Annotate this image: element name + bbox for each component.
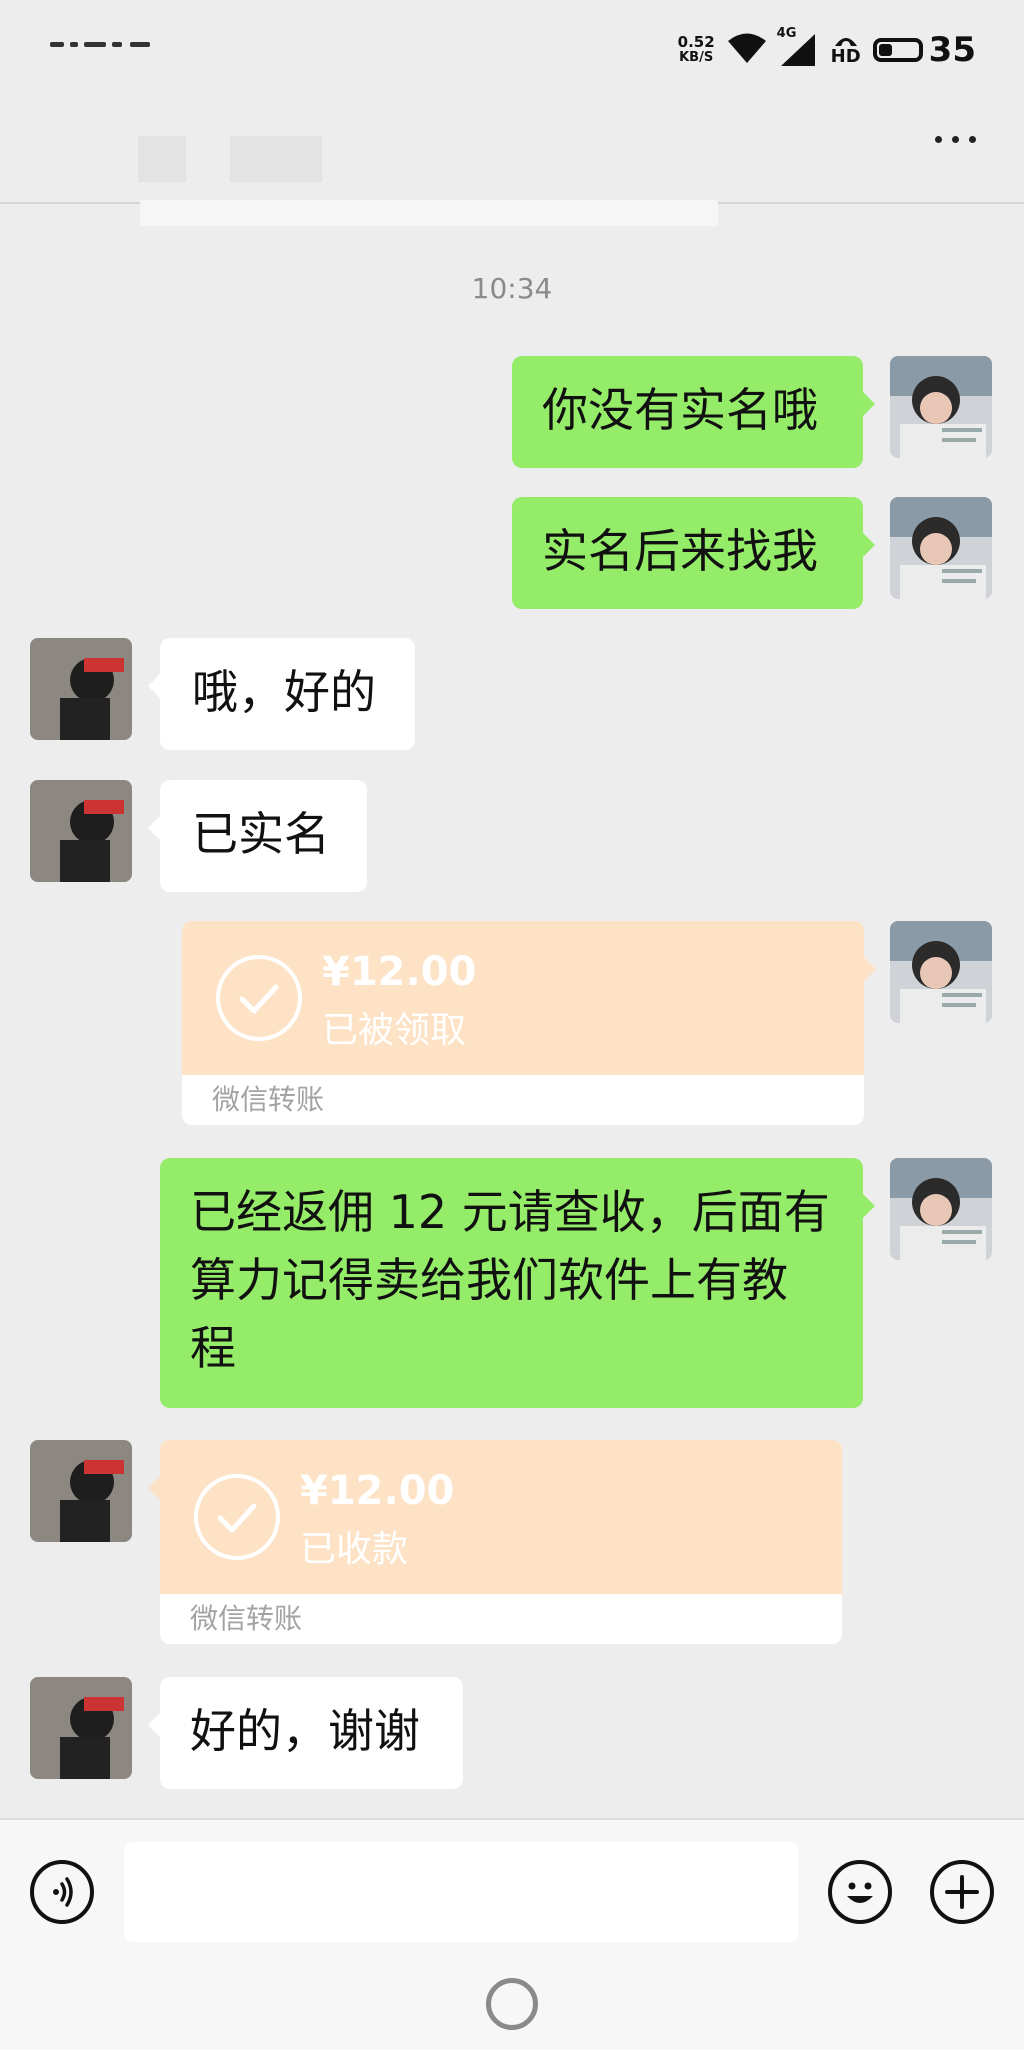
network-speed-value: 0.52	[677, 33, 715, 51]
transfer-card-body: ¥12.00 已收款	[148, 1440, 842, 1594]
transfer-card-received[interactable]: ¥12.00 已收款 微信转账	[148, 1440, 842, 1644]
more-options-icon[interactable]	[935, 136, 976, 143]
status-bar: 0.52 KB/S 4G HD 35	[0, 0, 1024, 100]
cellular-type-label: 4G	[776, 26, 797, 41]
contact-name-blurred	[138, 136, 186, 182]
sent-message-bubble[interactable]: 实名后来找我	[512, 497, 875, 609]
sent-message-bubble[interactable]: 已经返佣 12 元请查收，后面有 算力记得卖给我们软件上有教 程	[160, 1158, 875, 1408]
cellular-signal-icon: 4G	[777, 26, 819, 68]
hd-label: HD	[830, 46, 861, 67]
checkmark-circle-icon	[194, 1474, 280, 1560]
hd-call-icon: HD	[831, 34, 861, 66]
transfer-card-body: ¥12.00 已被领取	[182, 921, 876, 1075]
emoji-icon[interactable]	[828, 1860, 892, 1924]
contact-avatar[interactable]	[30, 780, 132, 882]
transfer-footer-label: 微信转账	[182, 1075, 864, 1125]
plus-icon[interactable]	[930, 1860, 994, 1924]
transfer-amount: ¥12.00	[322, 949, 477, 995]
battery-level: 35	[928, 30, 976, 70]
received-message-bubble[interactable]: 哦，好的	[148, 638, 415, 750]
message-text: 好的，谢谢	[190, 1704, 420, 1758]
contact-avatar[interactable]	[30, 1440, 132, 1542]
voice-input-icon[interactable]	[30, 1860, 94, 1924]
wifi-icon	[727, 32, 767, 68]
self-avatar[interactable]	[890, 1158, 992, 1260]
carrier-name-blurred	[50, 38, 190, 52]
contact-avatar[interactable]	[30, 638, 132, 740]
chat-header	[0, 100, 1024, 226]
transfer-footer-label: 微信转账	[160, 1594, 842, 1644]
contact-name-blurred-3	[140, 200, 718, 226]
message-timestamp: 10:34	[471, 272, 553, 305]
network-speed-unit: KB/S	[679, 50, 714, 65]
self-avatar[interactable]	[890, 356, 992, 458]
message-text-line-1: 已经返佣 12 元请查收，后面有	[190, 1185, 830, 1239]
home-button[interactable]	[486, 1978, 538, 2030]
message-text: 实名后来找我	[542, 524, 818, 578]
received-message-bubble[interactable]: 好的，谢谢	[148, 1677, 463, 1789]
contact-name-blurred-2	[230, 136, 322, 182]
transfer-status: 已被领取	[322, 1010, 467, 1051]
message-input[interactable]	[124, 1842, 798, 1942]
contact-avatar[interactable]	[30, 1677, 132, 1779]
self-avatar[interactable]	[890, 497, 992, 599]
checkmark-circle-icon	[216, 955, 302, 1041]
self-avatar[interactable]	[890, 921, 992, 1023]
battery-icon	[872, 38, 923, 62]
message-text: 哦，好的	[192, 665, 376, 719]
message-text-line-3: 程	[190, 1321, 236, 1375]
network-speed: 0.52 KB/S	[677, 33, 715, 66]
sent-message-bubble[interactable]: 你没有实名哦	[512, 356, 875, 468]
transfer-amount: ¥12.00	[300, 1468, 455, 1514]
message-text: 已实名	[192, 807, 330, 861]
received-message-bubble[interactable]: 已实名	[148, 780, 367, 892]
battery-indicator: 35	[872, 30, 976, 70]
message-text: 你没有实名哦	[542, 383, 818, 437]
transfer-card-sent[interactable]: ¥12.00 已被领取 微信转账	[182, 921, 876, 1125]
input-bar	[0, 1818, 1024, 2050]
transfer-status: 已收款	[300, 1529, 409, 1570]
message-text-line-2: 算力记得卖给我们软件上有教	[190, 1253, 788, 1307]
